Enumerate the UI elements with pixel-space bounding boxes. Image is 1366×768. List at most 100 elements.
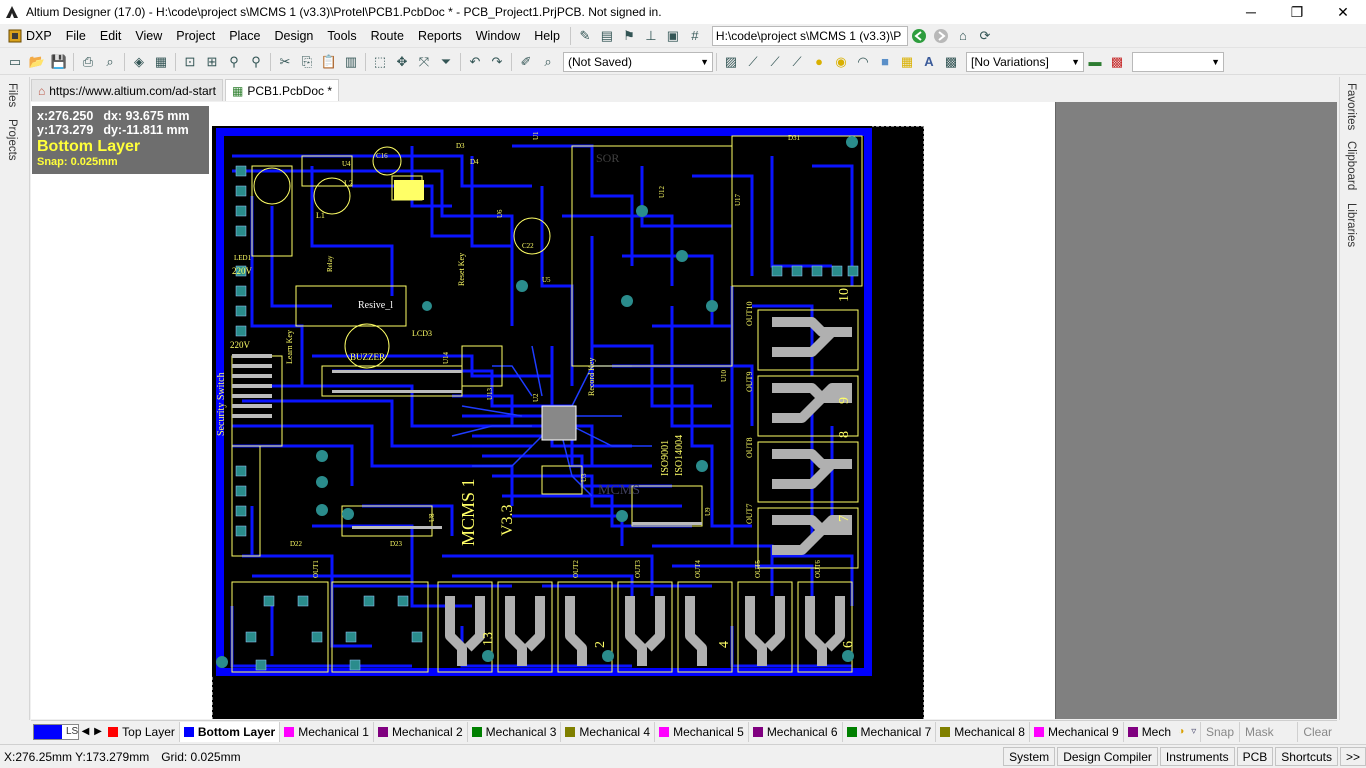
status-more-button[interactable]: >> — [1339, 747, 1366, 766]
clear-button[interactable]: Clear — [1297, 721, 1337, 742]
menu-tools[interactable]: Tools — [320, 25, 363, 47]
align-icon[interactable]: ▤ — [596, 25, 618, 47]
layer-filter-icon[interactable]: ▿ — [1188, 724, 1200, 740]
measure-icon[interactable]: ⊥ — [640, 25, 662, 47]
menu-design[interactable]: Design — [267, 25, 320, 47]
pcb-workspace[interactable]: MCMS 1 V3.3 BUZZER Security Switch Resiv… — [31, 102, 1337, 719]
status-shortcuts-button[interactable]: Shortcuts — [1275, 747, 1338, 766]
menu-file[interactable]: File — [59, 25, 93, 47]
tab-home-page[interactable]: ⌂ https://www.altium.com/ad-start — [31, 79, 223, 101]
tune-length-icon[interactable]: ⟋ — [786, 51, 808, 73]
grid-icon[interactable]: # — [684, 25, 706, 47]
status-instruments-button[interactable]: Instruments — [1159, 747, 1235, 766]
menu-window[interactable]: Window — [469, 25, 527, 47]
zoom-icon[interactable]: ⚲ — [223, 51, 245, 73]
rubber-stamp-icon[interactable]: ▥ — [340, 51, 362, 73]
extra-dropdown[interactable]: ▼ — [1132, 51, 1224, 72]
new-icon[interactable]: ▭ — [4, 51, 26, 73]
print-icon[interactable]: ⎙ — [77, 51, 99, 73]
string-icon[interactable]: A — [918, 51, 940, 73]
panel-tab-libraries[interactable]: Libraries — [1345, 203, 1357, 247]
arc-icon[interactable]: ◠ — [852, 51, 874, 73]
minimize-button[interactable]: ─ — [1228, 0, 1274, 24]
layer-tab-mechanical-5[interactable]: Mechanical 5 — [655, 721, 749, 742]
cut-icon[interactable]: ✂ — [274, 51, 296, 73]
filter-icon[interactable]: ⏷ — [435, 51, 457, 73]
path-box[interactable]: H:\code\project s\MCMS 1 (v3.3)\P — [711, 25, 908, 46]
layer-scroll-icon[interactable]: ◑ — [1175, 724, 1187, 740]
select-area-icon[interactable]: ⬚ — [369, 51, 391, 73]
open-project-icon[interactable]: ▦ — [150, 51, 172, 73]
close-button[interactable]: ✕ — [1320, 0, 1366, 24]
menu-view[interactable]: View — [128, 25, 169, 47]
pcb-board[interactable]: MCMS 1 V3.3 BUZZER Security Switch Resiv… — [212, 126, 924, 719]
copy-icon[interactable]: ⎘ — [296, 51, 318, 73]
panel-tab-favorites[interactable]: Favorites — [1345, 83, 1357, 130]
save-icon[interactable]: 💾 — [48, 51, 70, 73]
browse-icon[interactable]: ⌕ — [537, 51, 559, 73]
component-icon[interactable]: ⚑ — [618, 25, 640, 47]
forward-icon[interactable] — [930, 25, 952, 47]
component-place-icon[interactable]: ▩ — [940, 51, 962, 73]
mask-level-button[interactable]: Mask Level — [1239, 721, 1297, 759]
current-layer-swatch[interactable]: LS — [33, 723, 80, 740]
menu-help[interactable]: Help — [527, 25, 567, 47]
undo-icon[interactable]: ↶ — [464, 51, 486, 73]
variant-icon[interactable]: ▬ — [1084, 51, 1106, 73]
panel-tab-projects[interactable]: Projects — [6, 119, 18, 161]
chevron-right-icon[interactable]: ▶ — [92, 724, 104, 740]
paste-icon[interactable]: 📋 — [318, 51, 340, 73]
layer-tab-mechanical-7[interactable]: Mechanical 7 — [843, 721, 937, 742]
layer-tab-mechanical-8[interactable]: Mechanical 8 — [936, 721, 1030, 742]
clear-variant-icon[interactable]: ▩ — [1106, 51, 1128, 73]
redo-icon[interactable]: ↷ — [486, 51, 508, 73]
status-pcb-button[interactable]: PCB — [1236, 747, 1274, 766]
print-preview-icon[interactable]: ⌕ — [99, 51, 121, 73]
layer-tab-mechanical-2[interactable]: Mechanical 2 — [374, 721, 468, 742]
layer-tab-bottom-layer[interactable]: Bottom Layer — [179, 721, 281, 742]
menu-route[interactable]: Route — [364, 25, 411, 47]
interactive-route-icon[interactable]: ▨ — [720, 51, 742, 73]
zoom-selected-icon[interactable]: ⚲ — [245, 51, 267, 73]
layer-tab-mech[interactable]: Mech — [1124, 722, 1175, 742]
menu-project[interactable]: Project — [169, 25, 222, 47]
back-icon[interactable] — [908, 25, 930, 47]
open-icon[interactable]: 📂 — [26, 51, 48, 73]
variations-dropdown[interactable]: [No Variations] ▼ — [966, 51, 1084, 72]
layer-tab-mechanical-9[interactable]: Mechanical 9 — [1030, 721, 1124, 742]
panel-tab-clipboard[interactable]: Clipboard — [1345, 141, 1357, 190]
layer-tab-mechanical-1[interactable]: Mechanical 1 — [280, 721, 374, 742]
layer-tab-mechanical-6[interactable]: Mechanical 6 — [749, 721, 843, 742]
status-design-compiler-button[interactable]: Design Compiler — [1057, 747, 1158, 766]
move-icon[interactable]: ✥ — [391, 51, 413, 73]
3d-view-icon[interactable]: ◈ — [128, 51, 150, 73]
panel-tab-files[interactable]: Files — [6, 83, 18, 107]
menu-reports[interactable]: Reports — [411, 25, 469, 47]
saved-state-dropdown[interactable]: (Not Saved) ▼ — [563, 51, 713, 72]
snap-button[interactable]: Snap — [1199, 721, 1239, 742]
place-pad-icon[interactable]: ● — [808, 51, 830, 73]
status-system-button[interactable]: System — [1003, 747, 1056, 766]
layer-tab-mechanical-3[interactable]: Mechanical 3 — [468, 721, 562, 742]
zoom-fit-icon[interactable]: ⊡ — [179, 51, 201, 73]
chevron-left-icon[interactable]: ◀ — [79, 724, 91, 740]
place-via-icon[interactable]: ◉ — [830, 51, 852, 73]
zoom-area-icon[interactable]: ⊞ — [201, 51, 223, 73]
maximize-button[interactable]: ❐ — [1274, 0, 1320, 24]
menu-edit[interactable]: Edit — [93, 25, 129, 47]
polygon-icon[interactable]: ▦ — [896, 51, 918, 73]
multi-route-icon[interactable]: ⟋ — [764, 51, 786, 73]
home-icon[interactable]: ⌂ — [952, 25, 974, 47]
fill-icon[interactable]: ■ — [874, 51, 896, 73]
layer-tab-mechanical-4[interactable]: Mechanical 4 — [561, 721, 656, 742]
room-icon[interactable]: ▣ — [662, 25, 684, 47]
refresh-icon[interactable]: ⟳ — [974, 25, 996, 47]
tab-pcb-document[interactable]: ▦ PCB1.PcbDoc * — [224, 79, 340, 101]
menu-dxp[interactable]: DXP — [0, 25, 59, 47]
diff-pair-icon[interactable]: ⟋ — [742, 51, 764, 73]
highlight-net-icon[interactable]: ✐ — [515, 51, 537, 73]
route-icon[interactable]: ✎ — [574, 25, 596, 47]
layer-tab-top-layer[interactable]: Top Layer — [104, 721, 180, 742]
deselect-icon[interactable]: ⤧ — [413, 51, 435, 73]
menu-place[interactable]: Place — [222, 25, 267, 47]
